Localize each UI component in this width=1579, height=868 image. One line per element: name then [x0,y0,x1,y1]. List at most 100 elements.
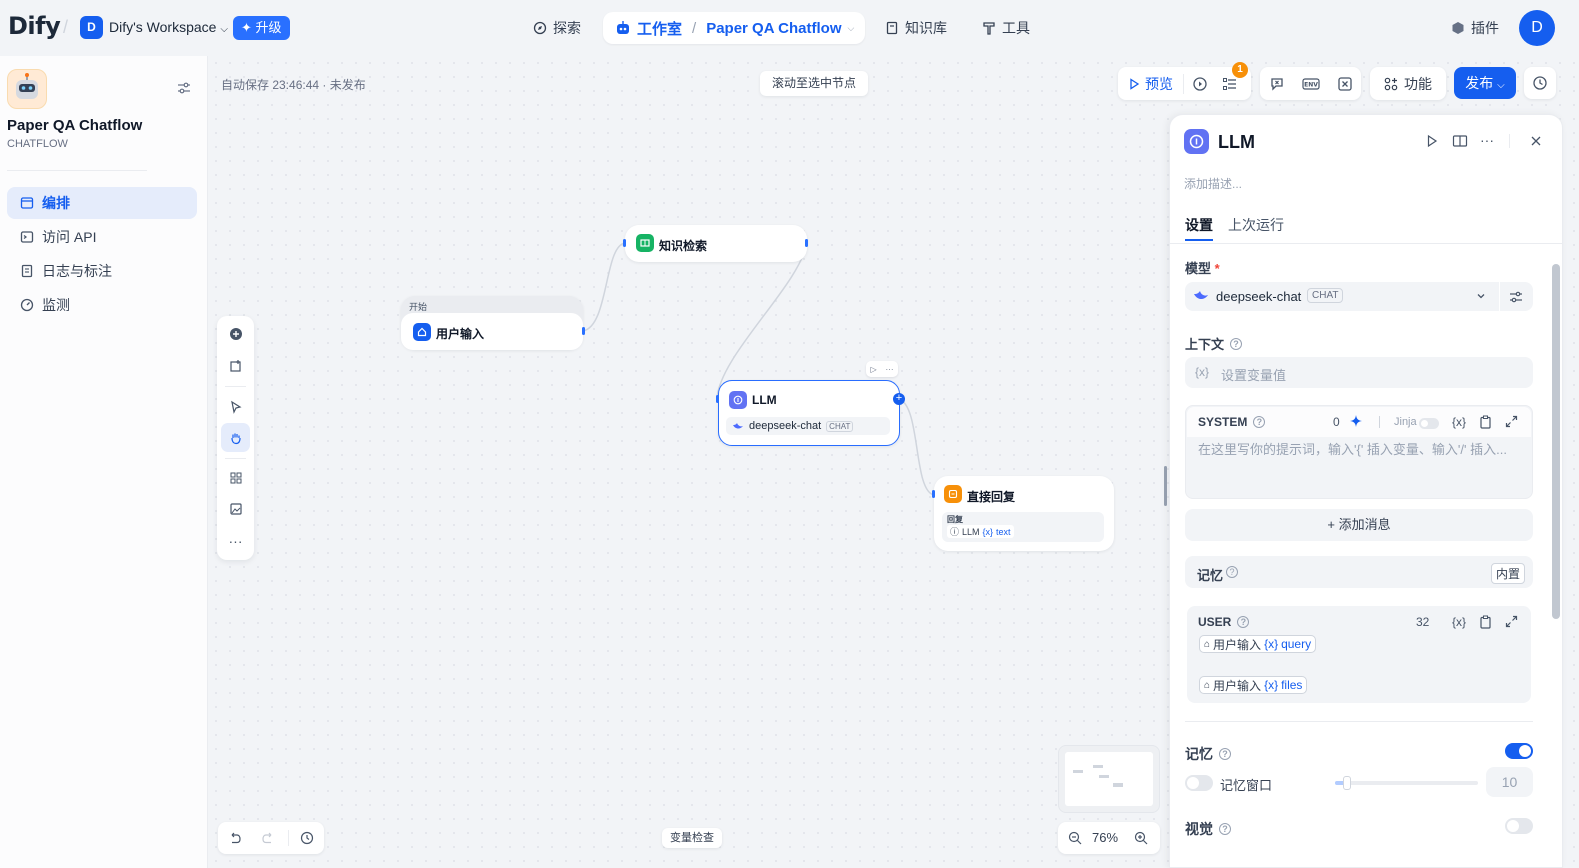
organize-nodes-button[interactable] [221,463,250,492]
knowledge-input-handle[interactable] [623,239,626,247]
hand-mode-button[interactable] [221,423,250,452]
slider-thumb[interactable] [1343,776,1351,790]
help-icon[interactable]: ? [1230,337,1243,350]
expand-icon[interactable] [1505,615,1518,628]
workspace-selector[interactable]: Dify's Workspace ⌵ [109,19,228,35]
variable-icon: {x} [1264,637,1279,651]
description-input[interactable]: 添加描述... [1184,175,1242,192]
context-variable-input[interactable]: {x} 设置变量值 [1185,357,1533,388]
llm-add-next-handle[interactable]: + [893,393,905,405]
user-label: USER ? [1198,615,1250,629]
dify-logo[interactable]: Dify [8,12,61,40]
sidebar-item-monitor[interactable]: 监测 [7,289,197,321]
minimap[interactable] [1058,745,1160,813]
plugins-button[interactable]: 插件 [1451,18,1499,38]
nav-knowledge[interactable]: 知识库 [885,18,947,38]
llm-model-tag: deepseek-chat CHAT [726,417,890,435]
insert-variable-icon[interactable]: {x} [1452,415,1466,429]
workspace-name: Dify's Workspace [109,19,217,35]
nav-tools[interactable]: 工具 [982,18,1030,38]
sidebar-item-api[interactable]: 访问 API [7,221,197,253]
memory-row: 记忆 ? 内置 [1185,556,1533,588]
run-step-icon[interactable] [1425,134,1439,148]
nav-studio[interactable]: 工作室 / Paper QA Chatflow ⌵ [603,12,865,44]
image-icon [229,502,242,515]
memory-window-toggle[interactable] [1185,775,1213,791]
system-prompt-input[interactable]: 在这里写你的提示词，输入'{' 插入变量、输入'/' 插入... [1198,439,1518,458]
expand-icon[interactable] [1505,415,1518,428]
knowledge-retrieval-node[interactable]: 知识检索 [625,225,807,262]
start-output-handle[interactable] [582,327,585,335]
memory-window-slider[interactable] [1335,776,1478,790]
zoom-out-icon[interactable] [1068,831,1082,845]
toggle-knob [1507,820,1519,832]
variable-inspect-button[interactable]: 变量检查 [662,828,722,848]
help-icon[interactable]: ? [1226,566,1238,578]
minimap-node [1099,775,1109,778]
builtin-tag: 内置 [1491,563,1526,584]
help-icon[interactable]: ? [1237,616,1250,628]
panel-title[interactable]: LLM [1218,132,1255,153]
sidebar-item-logs[interactable]: 日志与标注 [7,255,197,287]
tab-last-run[interactable]: 上次运行 [1228,215,1284,235]
model-selector[interactable]: deepseek-chat CHAT [1185,282,1533,311]
more-icon[interactable]: ··· [1480,132,1494,148]
jinja-toggle[interactable] [1419,418,1439,429]
user-avatar[interactable]: D [1519,10,1555,46]
hammer-icon [982,21,996,35]
help-icon[interactable]: ? [1219,823,1231,835]
grid-icon [230,472,241,483]
tab-underline [1185,239,1213,241]
panel-resize-handle[interactable] [1164,466,1167,506]
user-var-chip[interactable]: ⌂ 用户输入 {x} files [1199,676,1308,694]
history-icon[interactable] [300,831,314,845]
sparkle-icon[interactable] [1349,414,1363,428]
upgrade-button[interactable]: ✦ 升级 [233,16,290,40]
help-icon[interactable]: ? [1253,416,1266,428]
llm-node[interactable]: LLM deepseek-chat CHAT [718,380,900,446]
user-var-chip[interactable]: ⌂ 用户输入 {x} query [1199,635,1317,653]
answer-var-node: LLM [962,526,980,537]
help-icon[interactable]: ? [1219,748,1231,760]
panel-scrollbar[interactable] [1552,264,1560,619]
redo-icon[interactable] [261,831,275,845]
zoom-in-icon[interactable] [1134,831,1148,845]
bar-divider [288,830,289,846]
toolbox-divider [225,386,246,387]
clipboard-icon[interactable] [1479,415,1492,429]
run-node-icon[interactable]: ▷ [870,365,876,374]
more-icon[interactable]: ··· [886,365,894,374]
add-note-button[interactable] [221,351,250,380]
workspace-avatar[interactable]: D [80,16,103,39]
memory-window-input[interactable]: 10 [1486,767,1533,797]
pointer-mode-button[interactable] [221,392,250,421]
breadcrumb-separator: / [63,17,69,37]
export-image-button[interactable] [221,494,250,523]
close-icon[interactable] [1529,134,1543,148]
vision-label: 视觉 ? [1185,819,1231,839]
memory-toggle[interactable] [1505,743,1533,759]
system-label: SYSTEM ? [1198,415,1266,429]
answer-input-handle[interactable] [932,490,935,498]
clipboard-icon[interactable] [1479,615,1492,629]
vision-toggle[interactable] [1505,818,1533,834]
insert-variable-icon[interactable]: {x} [1452,615,1466,629]
model-params-icon[interactable] [1509,290,1523,304]
nav-knowledge-label: 知识库 [905,20,947,36]
tab-settings[interactable]: 设置 [1185,215,1213,235]
add-node-button[interactable] [221,319,250,348]
start-node[interactable]: 开始 用户输入 [401,296,583,350]
add-message-button[interactable]: + 添加消息 [1185,509,1533,541]
help-book-icon[interactable] [1452,134,1468,148]
variable-icon: {x} [1195,365,1210,379]
answer-node[interactable]: 直接回复 回复 ⓘ LLM {x} text [934,476,1114,551]
sidebar-settings-icon[interactable] [176,80,192,96]
more-icon[interactable]: ··· [221,526,250,555]
gauge-icon [20,298,34,312]
sidebar-item-orchestrate[interactable]: 编排 [7,187,197,219]
nav-explore[interactable]: 探索 [533,18,581,38]
knowledge-output-handle[interactable] [805,239,808,247]
zoom-level[interactable]: 76% [1092,830,1118,845]
undo-icon[interactable] [228,831,242,845]
llm-input-handle[interactable] [716,395,719,403]
